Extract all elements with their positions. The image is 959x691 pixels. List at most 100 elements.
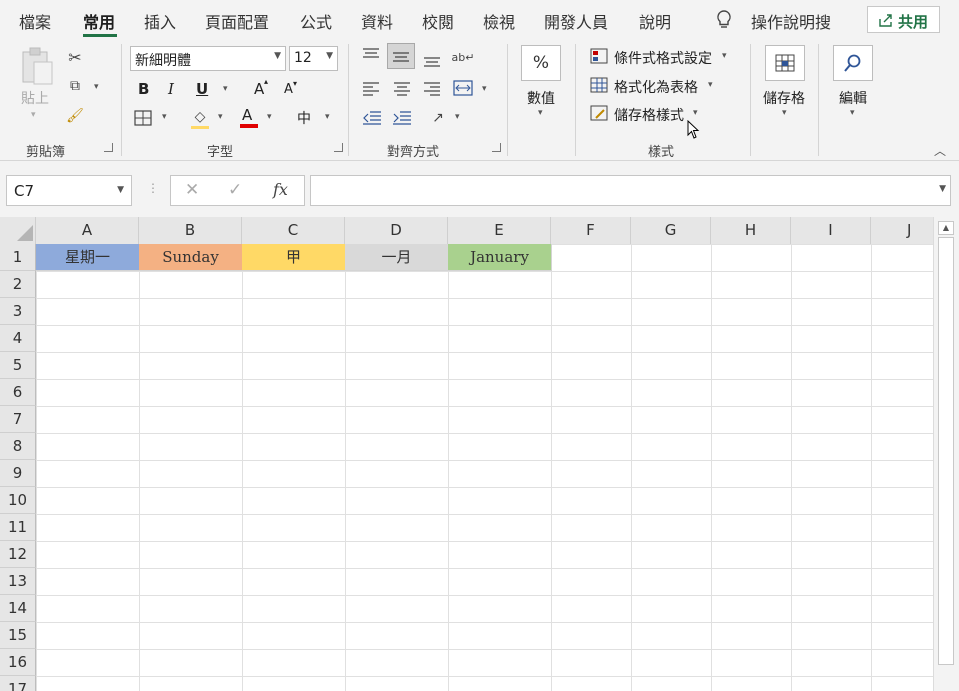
row-header[interactable]: 2 [0,271,36,298]
row-header[interactable]: 7 [0,406,36,433]
column-header-h[interactable]: H [711,217,791,244]
cell-b1[interactable]: Sunday [139,244,243,271]
column-header-e[interactable]: E [448,217,551,244]
borders-icon[interactable] [134,110,152,126]
italic-button[interactable]: I [168,80,174,98]
underline-dropdown-icon[interactable]: ▾ [223,84,228,94]
row-header[interactable]: 11 [0,514,36,541]
row-header[interactable]: 1 [0,244,36,271]
paste-dropdown-icon[interactable]: ▾ [31,110,36,120]
row-header[interactable]: 13 [0,568,36,595]
row-header[interactable]: 16 [0,649,36,676]
editing-button[interactable] [833,45,873,81]
increase-indent-icon[interactable] [392,110,412,126]
cell-d1[interactable]: 一月 [345,244,449,271]
cell-styles-dropdown-icon[interactable]: ▾ [693,108,698,118]
tab-developer[interactable]: 開發人員 [544,9,608,33]
column-header-i[interactable]: I [791,217,871,244]
editing-label[interactable]: 編輯 [839,88,867,108]
paste-button[interactable]: 貼上 [21,88,49,108]
drag-handle-icon[interactable]: ⋮ [147,181,159,195]
align-right-icon[interactable] [423,82,441,96]
scrollbar-thumb[interactable] [938,237,954,665]
number-format-button[interactable]: % [521,45,561,81]
increase-font-button[interactable]: A [254,80,264,98]
underline-button[interactable]: U [196,80,208,98]
column-header-c[interactable]: C [242,217,345,244]
share-button[interactable]: 共用 [867,6,940,33]
copy-dropdown-icon[interactable]: ▾ [94,82,99,92]
cell-c1[interactable]: 甲 [242,244,346,271]
expand-formula-icon[interactable]: ▼ [939,184,946,194]
format-table-button[interactable]: 格式化為表格 [614,77,698,97]
tab-insert[interactable]: 插入 [144,9,176,33]
cells-button[interactable] [765,45,805,81]
scroll-up-icon[interactable]: ▲ [938,221,954,235]
row-header[interactable]: 6 [0,379,36,406]
number-label[interactable]: 數值 [527,88,555,108]
tell-me-search[interactable]: 操作說明搜 [751,9,831,33]
decrease-font-button[interactable]: A [284,82,293,97]
cells-dropdown-icon[interactable]: ▾ [782,108,787,118]
conditional-format-dropdown-icon[interactable]: ▾ [722,51,727,61]
borders-dropdown-icon[interactable]: ▾ [162,112,167,122]
decrease-indent-icon[interactable] [362,110,382,126]
conditional-format-button[interactable]: 條件式格式設定 [614,48,712,68]
row-header[interactable]: 4 [0,325,36,352]
align-top-icon[interactable] [362,48,380,62]
alignment-launcher-icon[interactable] [492,143,501,152]
align-bottom-icon[interactable] [423,54,441,68]
tab-help[interactable]: 說明 [639,9,671,33]
fill-color-icon[interactable]: ◇ [190,108,210,126]
column-header-a[interactable]: A [36,217,139,244]
merge-dropdown-icon[interactable]: ▾ [482,84,487,94]
row-header[interactable]: 17 [0,676,36,691]
cell-styles-button[interactable]: 儲存格樣式 [614,105,684,125]
format-painter-icon[interactable]: 🖌 [64,106,86,126]
row-header[interactable]: 9 [0,460,36,487]
fill-color-dropdown-icon[interactable]: ▾ [218,112,223,122]
cells-label[interactable]: 儲存格 [763,88,805,108]
cell-a1[interactable]: 星期一 [36,244,140,271]
tab-view[interactable]: 檢視 [483,9,515,33]
row-header[interactable]: 8 [0,433,36,460]
row-header[interactable]: 14 [0,595,36,622]
tab-page-layout[interactable]: 頁面配置 [205,9,269,33]
wrap-text-icon[interactable]: ab↵ [452,47,475,67]
tab-file[interactable]: 檔案 [19,9,51,33]
row-header[interactable]: 15 [0,622,36,649]
font-color-dropdown-icon[interactable]: ▾ [267,112,272,122]
cut-icon[interactable]: ✂ [64,47,86,67]
tab-review[interactable]: 校閱 [422,9,454,33]
column-header-d[interactable]: D [345,217,448,244]
clipboard-launcher-icon[interactable] [104,143,113,152]
phonetic-button[interactable]: 中 [297,108,311,128]
column-header-f[interactable]: F [551,217,631,244]
vertical-scrollbar[interactable]: ▲ [933,217,959,691]
font-name-combo[interactable]: 新細明體 ▼ [130,46,286,71]
align-left-icon[interactable] [362,82,380,96]
row-header[interactable]: 5 [0,352,36,379]
align-center-icon[interactable] [393,82,411,96]
formula-input[interactable]: ▼ [310,175,951,206]
name-box[interactable]: C7 ▼ [6,175,132,206]
cell-grid[interactable]: 星期一 Sunday 甲 一月 January [36,244,933,691]
row-header[interactable]: 12 [0,541,36,568]
font-color-button[interactable]: A [242,106,252,124]
editing-dropdown-icon[interactable]: ▾ [850,108,855,118]
phonetic-dropdown-icon[interactable]: ▾ [325,112,330,122]
tab-home[interactable]: 常用 [83,9,115,33]
row-header[interactable]: 10 [0,487,36,514]
enter-icon[interactable]: ✓ [228,180,242,200]
tab-data[interactable]: 資料 [361,9,393,33]
bold-button[interactable]: B [138,80,149,98]
format-table-dropdown-icon[interactable]: ▾ [708,80,713,90]
copy-icon[interactable]: ⧉ [64,76,86,96]
tab-formulas[interactable]: 公式 [300,9,332,33]
cancel-icon[interactable]: ✕ [185,180,199,200]
orientation-dropdown-icon[interactable]: ▾ [455,112,460,122]
font-launcher-icon[interactable] [334,143,343,152]
merge-center-icon[interactable] [453,80,473,96]
orientation-icon[interactable]: ↗ [427,108,449,128]
row-header[interactable]: 3 [0,298,36,325]
